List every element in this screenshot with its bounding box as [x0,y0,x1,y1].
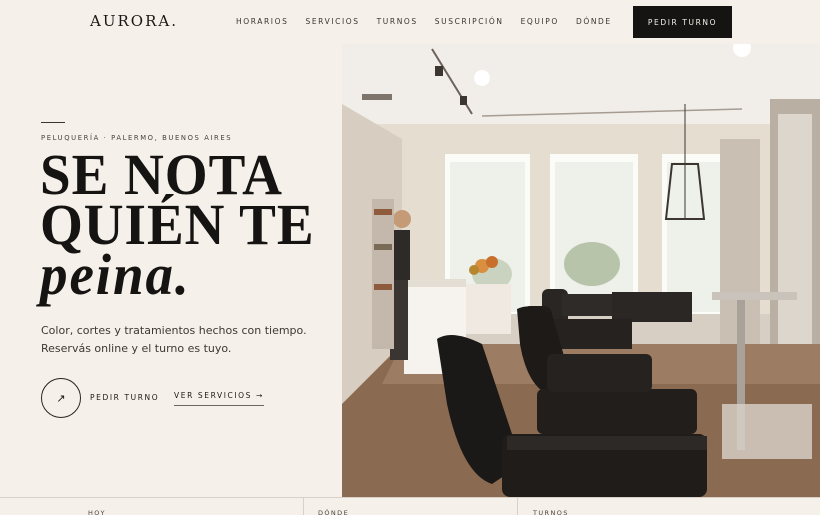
info-strip: HOY DÓNDE TURNOS [0,497,820,515]
info-divider [517,498,518,515]
salon-photo-illustration [342,44,820,497]
site-header: AURORA. HORARIOS SERVICIOS TURNOS SUSCRI… [0,0,820,44]
info-cell-hoy: HOY [88,509,106,515]
nav-item-equipo[interactable]: EQUIPO [521,17,559,26]
pedir-turno-circle-button[interactable]: ↗ [41,378,81,418]
info-cell-donde: DÓNDE [318,509,350,515]
nav-item-horarios[interactable]: HORARIOS [236,17,288,26]
nav-item-turnos[interactable]: TURNOS [377,17,418,26]
hero-eyebrow: PELUQUERÍA · PALERMO, BUENOS AIRES [41,134,233,142]
pedir-turno-circle-label[interactable]: PEDIR TURNO [90,393,159,402]
nav-item-servicios[interactable]: SERVICIOS [305,17,359,26]
arrow-up-right-icon: ↗ [56,392,66,405]
ver-servicios-link[interactable]: VER SERVICIOS → [174,391,264,406]
info-cell-turnos: TURNOS [533,509,569,515]
logo[interactable]: AURORA. [90,12,178,30]
hero-subtext-line-1: Color, cortes y tratamientos hechos con … [41,324,307,337]
info-divider [303,498,304,515]
hero-subtext: Color, cortes y tratamientos hechos con … [41,322,331,358]
salon-hero-image [342,44,820,497]
pedir-turno-button[interactable]: PEDIR TURNO [633,6,732,38]
eyebrow-divider [41,122,65,123]
hero-headline: SE NOTA QUIÉN TE peina. [40,146,315,307]
main-nav: HORARIOS SERVICIOS TURNOS SUSCRIPCIÓN EQ… [236,17,629,26]
nav-item-suscripcion[interactable]: SUSCRIPCIÓN [435,17,504,26]
nav-item-donde[interactable]: DÓNDE [576,17,612,26]
hero-subtext-line-2: Reservás online y el turno es tuyo. [41,342,232,355]
headline-line-3: peina. [40,242,191,307]
